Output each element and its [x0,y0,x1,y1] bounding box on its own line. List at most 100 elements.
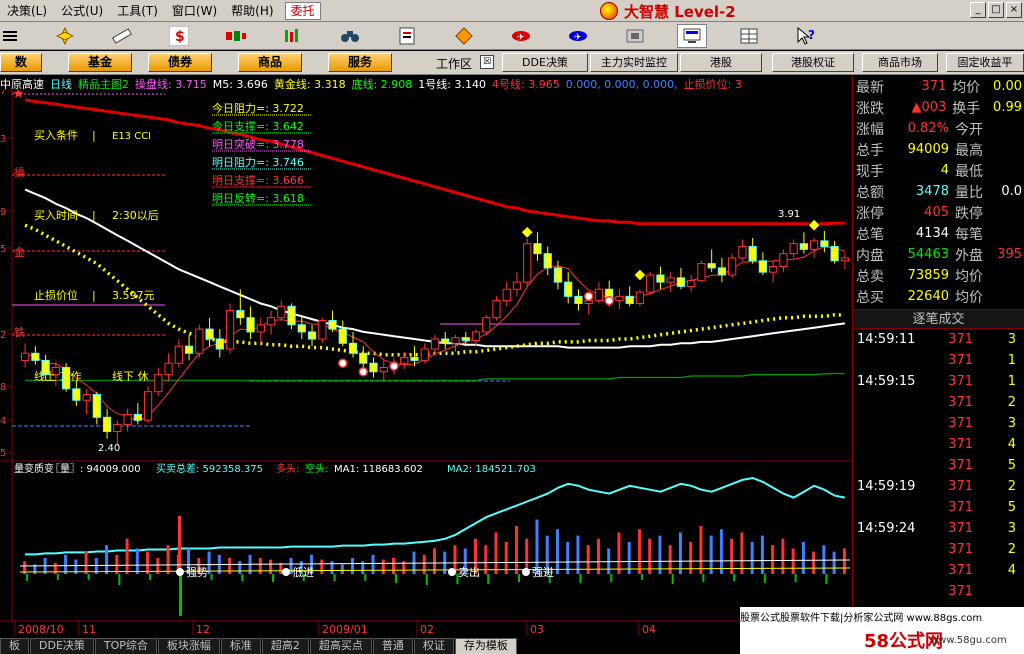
tick-row: 14:59:19 371 2 [853,476,1024,497]
candle [31,352,40,361]
grid-icon[interactable] [734,24,764,48]
menu-icon[interactable] [0,24,20,48]
ticks-header: 逐笔成交 [853,309,1024,329]
btn-fund[interactable]: 基金 [68,53,132,72]
btn-bond[interactable]: 债券 [148,53,212,72]
quote-label: 均价 [952,79,981,96]
ruler-icon[interactable] [107,24,137,48]
tab-板[interactable]: 板 [0,638,29,654]
diamond-icon[interactable] [449,24,479,48]
tick-volume: 3 [1007,416,1016,431]
btn-dde[interactable]: DDE决策 [502,53,588,72]
btn-hk-warrant[interactable]: 港股权证 [772,53,854,72]
binoculars-icon[interactable] [335,24,365,48]
btn-commodity[interactable]: 商品 [238,53,302,72]
menu-formula[interactable]: 公式(U) [54,0,110,22]
candle [625,295,634,304]
x-tick-label: 12 [196,623,210,636]
svg-text:✈: ✈ [574,33,582,43]
btn-main-monitor[interactable]: 主力实时监控 [590,53,678,72]
candle-icon[interactable] [221,24,251,48]
sell-signal-marker [389,361,399,371]
volume-mark-label: 卖出 [458,565,480,579]
tab-权证[interactable]: 权证 [413,638,454,654]
sell-signal-marker [338,358,348,368]
volume-bar [699,526,703,574]
quote-label: 现手 [856,163,884,180]
tab-超高2[interactable]: 超高2 [261,638,309,654]
btn-shu[interactable]: 数 [0,53,42,72]
minimize-button[interactable]: _ [970,2,986,18]
tab-标准[interactable]: 标准 [220,638,261,654]
title-indicator-7: 止损价位: 3 [683,78,742,90]
help-cursor-icon[interactable]: ? [791,24,821,48]
menu-tools[interactable]: 工具(T) [110,0,165,22]
chip-icon[interactable] [620,24,650,48]
menu-window[interactable]: 窗口(W) [165,0,224,22]
brand-title: 大智慧 Level-2 [624,2,736,21]
kline-chart[interactable]: 73952845 ★ 操金铁买入条件 | E13 CCI买入时间 | 2:30以后止损价… [0,76,852,636]
dollar-icon[interactable]: $ [164,24,194,48]
price-level-label: 金 [14,245,25,259]
btn-service[interactable]: 服务 [328,53,392,72]
candle [430,338,440,350]
tick-price: 371 [948,437,973,452]
candle [225,310,235,350]
maximize-button[interactable]: □ [988,2,1004,18]
btn-hk-stock[interactable]: 港股 [680,53,762,72]
bars-icon[interactable] [278,24,308,48]
plane2-icon[interactable]: ✈ [563,24,593,48]
svg-text:?: ? [808,28,815,42]
tab-DDE决策[interactable]: DDE决策 [30,638,94,654]
volume-bar [719,529,723,574]
quote-panel: 最新 371 均价 0.00 涨跌 ▲003 换手 0.99 涨幅 0.82% 今开 总手 94009 最… [852,76,1024,654]
menu-help[interactable]: 帮助(H) [224,0,280,22]
menu-decision[interactable]: 决策(L) [0,0,54,22]
tab-超高买点[interactable]: 超高买点 [309,638,372,654]
tick-volume: 5 [1007,500,1016,515]
quote-row: 涨幅 0.82% 今开 [853,118,1024,139]
volume-mark-label: 强进 [532,566,554,579]
buy-time-label: 买入时间 [34,209,78,222]
quote-label: 总买 [856,289,884,306]
y-tick-label: 8 [0,382,6,393]
tick-volume: 2 [1007,395,1016,410]
volume-bar [791,548,795,574]
monitor-icon[interactable] [677,23,707,48]
menu-entrust[interactable]: 委托 [284,1,321,20]
volume-bar [607,548,611,574]
title-indicator-4: 1号线: 3.140 [418,78,486,90]
tab-存为模板[interactable]: 存为模板 [454,638,517,654]
plane-icon[interactable]: ✈ [506,24,536,48]
quote-row: 现手 4 最低 [853,160,1024,181]
candle [72,388,81,401]
btn-commodity-market[interactable]: 商品市场 [862,53,938,72]
footer-url: www.58gu.com [930,635,1007,646]
title-indicator-3: 底线: 2.908 [351,78,413,90]
move-icon[interactable] [50,24,80,48]
volume-indicator-4: 空头: [305,462,328,475]
candle [184,345,194,354]
tab-板块涨幅[interactable]: 板块涨幅 [157,638,220,654]
candle [328,320,337,330]
svg-text:$: $ [175,29,185,45]
chart-period: 日线 [50,78,72,90]
close-button[interactable]: × [1006,2,1022,18]
footer-text: 股票公式股票软件下载|分析家公式网 www.88gs.com [740,613,983,624]
quote-value: 371 [921,79,947,94]
quote-label: 今开 [955,121,983,138]
candle [256,324,265,333]
volume-bar [135,548,139,574]
candle [687,280,696,287]
tick-volume: 4 [1007,437,1016,452]
tab-普通[interactable]: 普通 [372,638,413,654]
volume-indicator-6: MA2: 184521.703 [447,464,536,475]
workspace-toggle-icon[interactable]: ☒ [480,55,494,69]
candle [143,391,153,421]
info-icon[interactable] [392,24,422,48]
candle [236,310,245,319]
tab-TOP综合[interactable]: TOP综合 [94,638,157,654]
volume-bar [330,561,334,574]
volume-neg-bar [179,574,182,616]
btn-fixed-income[interactable]: 固定收益平 [946,53,1024,72]
